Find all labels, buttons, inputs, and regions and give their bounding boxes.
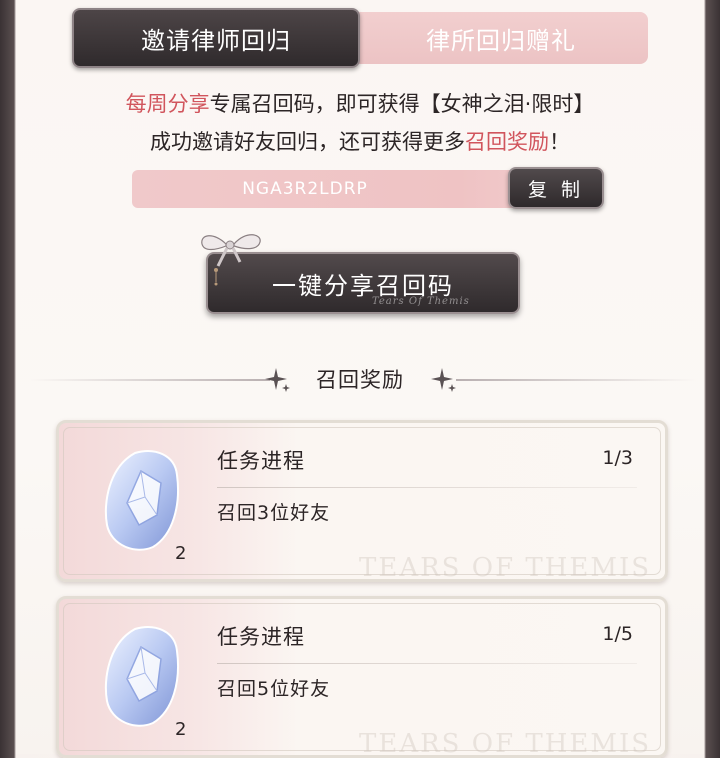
invite-code: NGA3R2LDRP	[242, 179, 368, 199]
intro-end: ！	[549, 130, 570, 154]
intro-highlight: 每周分享	[125, 92, 210, 116]
task-title: 任务进程	[217, 625, 305, 649]
sparkle-icon	[431, 368, 456, 392]
copy-label: 复 制	[527, 178, 585, 201]
card-watermark: TEARS OF THEMIS	[359, 553, 652, 582]
task-description: 召回3位好友	[217, 502, 331, 524]
task-description: 召回5位好友	[217, 678, 331, 700]
task-card: 2 任务进程 1/5 召回5位好友 TEARS OF THEMIS	[56, 596, 668, 758]
reward-count: 2	[175, 719, 187, 740]
card-divider	[217, 487, 637, 488]
section-divider-right	[456, 379, 696, 381]
tab-return-gifts[interactable]: 律所回归赠礼	[354, 12, 648, 64]
task-progress: 1/5	[602, 623, 633, 645]
task-card: 2 任务进程 1/3 召回3位好友 TEARS OF THEMIS	[56, 420, 668, 582]
gem-icon	[104, 450, 179, 551]
task-progress: 1/3	[602, 447, 633, 469]
task-title: 任务进程	[217, 449, 305, 473]
gem-icon	[104, 626, 179, 727]
tab-label: 律所回归赠礼	[426, 26, 576, 55]
intro-line-1: 每周分享专属召回码，即可获得【女神之泪·限时】	[16, 88, 704, 118]
tab-bar: 律所回归赠礼 邀请律师回归	[72, 8, 648, 68]
intro-text: 专属召回码，即可获得【女神之泪·限时】	[209, 92, 595, 116]
bow-icon	[201, 234, 261, 286]
tab-invite-lawyers[interactable]: 邀请律师回归	[72, 8, 360, 68]
sparkle-icon	[265, 368, 290, 392]
section-title: 召回奖励	[316, 368, 404, 392]
intro-text: 成功邀请好友回归，还可获得更多	[150, 130, 465, 154]
intro-highlight: 召回奖励	[465, 130, 549, 154]
share-button-script: Tears Of Themis	[372, 296, 470, 307]
copy-button[interactable]: 复 制	[508, 167, 604, 209]
intro-line-2: 成功邀请好友回归，还可获得更多召回奖励！	[16, 126, 704, 156]
card-divider	[217, 663, 637, 664]
reward-count: 2	[175, 543, 187, 564]
tab-label: 邀请律师回归	[141, 26, 291, 55]
section-divider-left	[30, 379, 270, 381]
